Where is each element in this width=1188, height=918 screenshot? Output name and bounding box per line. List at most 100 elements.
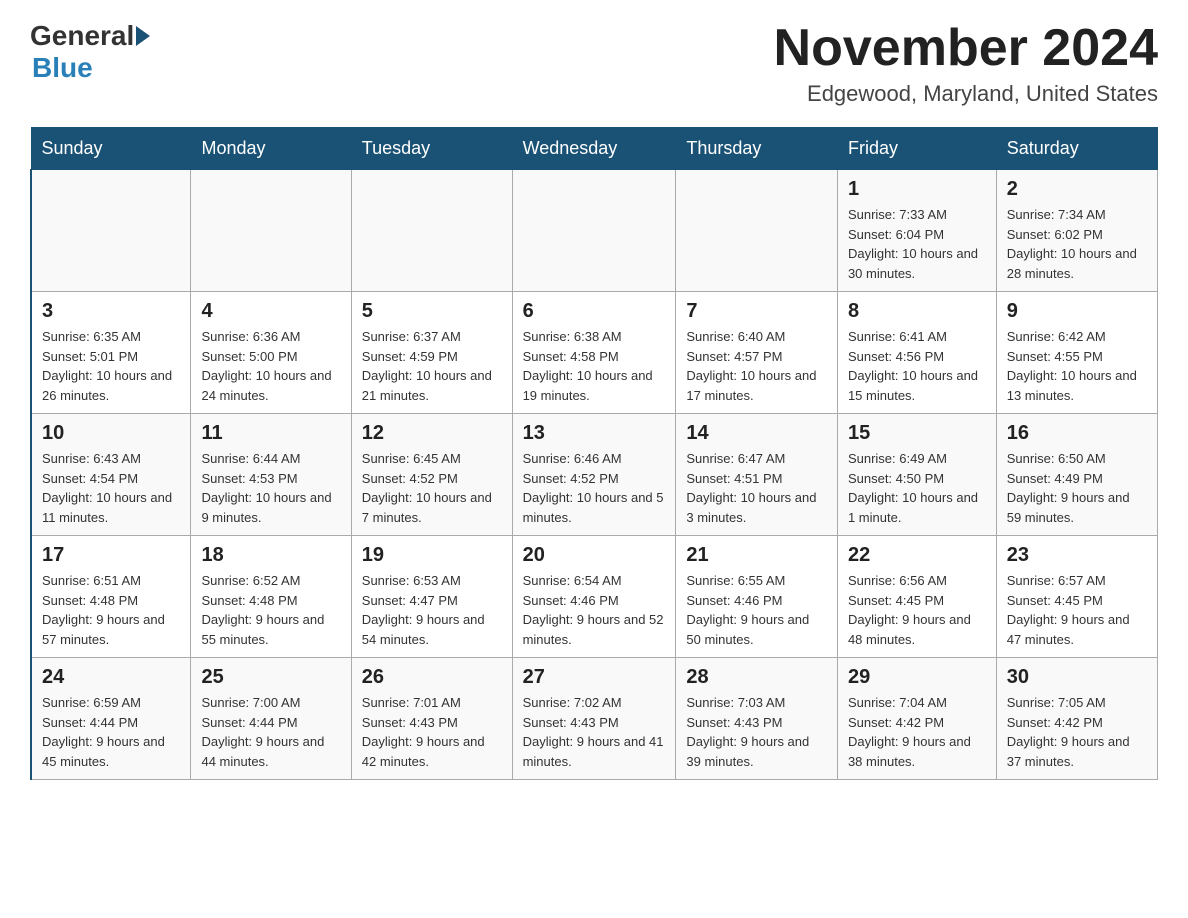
day-info: Sunrise: 7:04 AMSunset: 4:42 PMDaylight:… — [848, 693, 986, 771]
day-number: 23 — [1007, 544, 1147, 567]
day-number: 19 — [362, 544, 502, 567]
day-info: Sunrise: 6:52 AMSunset: 4:48 PMDaylight:… — [201, 571, 340, 649]
day-info: Sunrise: 7:05 AMSunset: 4:42 PMDaylight:… — [1007, 693, 1147, 771]
header-thursday: Thursday — [676, 128, 838, 170]
day-info: Sunrise: 6:59 AMSunset: 4:44 PMDaylight:… — [42, 693, 180, 771]
day-number: 28 — [686, 666, 827, 689]
calendar-cell: 24 Sunrise: 6:59 AMSunset: 4:44 PMDayligh… — [31, 658, 191, 780]
day-info: Sunrise: 6:35 AMSunset: 5:01 PMDaylight:… — [42, 327, 180, 405]
calendar-cell: 9 Sunrise: 6:42 AMSunset: 4:55 PMDaylight… — [996, 292, 1157, 414]
header-monday: Monday — [191, 128, 351, 170]
calendar-cell: 6Sunrise: 6:38 AMSunset: 4:58 PMDaylight… — [512, 292, 676, 414]
calendar-cell: 5 Sunrise: 6:37 AMSunset: 4:59 PMDaylight… — [351, 292, 512, 414]
calendar-body: 1 Sunrise: 7:33 AMSunset: 6:04 PMDaylight… — [31, 170, 1158, 780]
calendar-cell: 4 Sunrise: 6:36 AMSunset: 5:00 PMDaylight… — [191, 292, 351, 414]
day-number: 20 — [523, 544, 666, 567]
logo-general-text: General — [30, 20, 134, 52]
day-info: Sunrise: 6:45 AMSunset: 4:52 PMDaylight:… — [362, 449, 502, 527]
day-info: Sunrise: 7:01 AMSunset: 4:43 PMDaylight:… — [362, 693, 502, 771]
day-number: 21 — [686, 544, 827, 567]
calendar-cell: 30 Sunrise: 7:05 AMSunset: 4:42 PMDayligh… — [996, 658, 1157, 780]
day-number: 2 — [1007, 178, 1147, 201]
calendar-cell: 23 Sunrise: 6:57 AMSunset: 4:45 PMDayligh… — [996, 536, 1157, 658]
logo-blue-text: Blue — [32, 52, 93, 83]
day-info: Sunrise: 6:54 AMSunset: 4:46 PMDaylight:… — [523, 571, 666, 649]
day-number: 16 — [1007, 422, 1147, 445]
day-info: Sunrise: 6:55 AMSunset: 4:46 PMDaylight:… — [686, 571, 827, 649]
day-number: 8 — [848, 300, 986, 323]
calendar-cell: 15 Sunrise: 6:49 AMSunset: 4:50 PMDayligh… — [837, 414, 996, 536]
day-number: 15 — [848, 422, 986, 445]
calendar-cell: 3 Sunrise: 6:35 AMSunset: 5:01 PMDaylight… — [31, 292, 191, 414]
title-area: November 2024 Edgewood, Maryland, United… — [774, 20, 1158, 107]
day-number: 1 — [848, 178, 986, 201]
day-number: 24 — [42, 666, 180, 689]
day-info: Sunrise: 7:34 AMSunset: 6:02 PMDaylight:… — [1007, 205, 1147, 283]
day-info: Sunrise: 6:50 AMSunset: 4:49 PMDaylight:… — [1007, 449, 1147, 527]
day-number: 5 — [362, 300, 502, 323]
calendar-cell — [351, 170, 512, 292]
day-number: 9 — [1007, 300, 1147, 323]
day-number: 26 — [362, 666, 502, 689]
calendar-cell: 2 Sunrise: 7:34 AMSunset: 6:02 PMDaylight… — [996, 170, 1157, 292]
day-info: Sunrise: 6:44 AMSunset: 4:53 PMDaylight:… — [201, 449, 340, 527]
calendar-cell: 29Sunrise: 7:04 AMSunset: 4:42 PMDayligh… — [837, 658, 996, 780]
calendar-cell: 1 Sunrise: 7:33 AMSunset: 6:04 PMDaylight… — [837, 170, 996, 292]
day-info: Sunrise: 6:47 AMSunset: 4:51 PMDaylight:… — [686, 449, 827, 527]
calendar-cell: 13Sunrise: 6:46 AMSunset: 4:52 PMDayligh… — [512, 414, 676, 536]
day-info: Sunrise: 6:41 AMSunset: 4:56 PMDaylight:… — [848, 327, 986, 405]
day-info: Sunrise: 6:49 AMSunset: 4:50 PMDaylight:… — [848, 449, 986, 527]
calendar-cell: 20 Sunrise: 6:54 AMSunset: 4:46 PMDayligh… — [512, 536, 676, 658]
logo: General Blue — [30, 20, 152, 84]
calendar-cell: 27Sunrise: 7:02 AMSunset: 4:43 PMDayligh… — [512, 658, 676, 780]
header-tuesday: Tuesday — [351, 128, 512, 170]
day-info: Sunrise: 6:42 AMSunset: 4:55 PMDaylight:… — [1007, 327, 1147, 405]
day-info: Sunrise: 6:43 AMSunset: 4:54 PMDaylight:… — [42, 449, 180, 527]
calendar-cell: 10 Sunrise: 6:43 AMSunset: 4:54 PMDayligh… — [31, 414, 191, 536]
day-info: Sunrise: 7:02 AMSunset: 4:43 PMDaylight:… — [523, 693, 666, 771]
day-info: Sunrise: 7:00 AMSunset: 4:44 PMDaylight:… — [201, 693, 340, 771]
day-info: Sunrise: 7:03 AMSunset: 4:43 PMDaylight:… — [686, 693, 827, 771]
calendar-cell: 11Sunrise: 6:44 AMSunset: 4:53 PMDayligh… — [191, 414, 351, 536]
day-info: Sunrise: 7:33 AMSunset: 6:04 PMDaylight:… — [848, 205, 986, 283]
header-friday: Friday — [837, 128, 996, 170]
day-info: Sunrise: 6:46 AMSunset: 4:52 PMDaylight:… — [523, 449, 666, 527]
header-wednesday: Wednesday — [512, 128, 676, 170]
calendar-cell: 14Sunrise: 6:47 AMSunset: 4:51 PMDayligh… — [676, 414, 838, 536]
header-saturday: Saturday — [996, 128, 1157, 170]
calendar-cell: 12 Sunrise: 6:45 AMSunset: 4:52 PMDayligh… — [351, 414, 512, 536]
day-info: Sunrise: 6:40 AMSunset: 4:57 PMDaylight:… — [686, 327, 827, 405]
calendar-cell: 28 Sunrise: 7:03 AMSunset: 4:43 PMDayligh… — [676, 658, 838, 780]
day-number: 12 — [362, 422, 502, 445]
day-number: 25 — [201, 666, 340, 689]
day-number: 6 — [523, 300, 666, 323]
day-info: Sunrise: 6:51 AMSunset: 4:48 PMDaylight:… — [42, 571, 180, 649]
day-info: Sunrise: 6:53 AMSunset: 4:47 PMDaylight:… — [362, 571, 502, 649]
calendar-cell: 8 Sunrise: 6:41 AMSunset: 4:56 PMDaylight… — [837, 292, 996, 414]
calendar-table: Sunday Monday Tuesday Wednesday Thursday… — [30, 127, 1158, 780]
calendar-header: Sunday Monday Tuesday Wednesday Thursday… — [31, 128, 1158, 170]
calendar-cell: 26 Sunrise: 7:01 AMSunset: 4:43 PMDayligh… — [351, 658, 512, 780]
day-info: Sunrise: 6:37 AMSunset: 4:59 PMDaylight:… — [362, 327, 502, 405]
calendar-cell: 19 Sunrise: 6:53 AMSunset: 4:47 PMDayligh… — [351, 536, 512, 658]
calendar-cell: 25 Sunrise: 7:00 AMSunset: 4:44 PMDayligh… — [191, 658, 351, 780]
day-number: 18 — [201, 544, 340, 567]
day-number: 17 — [42, 544, 180, 567]
calendar-cell: 7 Sunrise: 6:40 AMSunset: 4:57 PMDaylight… — [676, 292, 838, 414]
day-number: 3 — [42, 300, 180, 323]
calendar-cell: 22Sunrise: 6:56 AMSunset: 4:45 PMDayligh… — [837, 536, 996, 658]
calendar-cell — [512, 170, 676, 292]
day-number: 30 — [1007, 666, 1147, 689]
calendar-cell: 21 Sunrise: 6:55 AMSunset: 4:46 PMDayligh… — [676, 536, 838, 658]
calendar-cell — [191, 170, 351, 292]
calendar-cell: 16 Sunrise: 6:50 AMSunset: 4:49 PMDayligh… — [996, 414, 1157, 536]
day-number: 7 — [686, 300, 827, 323]
day-info: Sunrise: 6:36 AMSunset: 5:00 PMDaylight:… — [201, 327, 340, 405]
logo-arrow-icon — [136, 26, 150, 46]
calendar-cell: 17 Sunrise: 6:51 AMSunset: 4:48 PMDayligh… — [31, 536, 191, 658]
day-number: 10 — [42, 422, 180, 445]
day-number: 4 — [201, 300, 340, 323]
location: Edgewood, Maryland, United States — [774, 81, 1158, 107]
day-info: Sunrise: 6:57 AMSunset: 4:45 PMDaylight:… — [1007, 571, 1147, 649]
calendar-cell — [31, 170, 191, 292]
